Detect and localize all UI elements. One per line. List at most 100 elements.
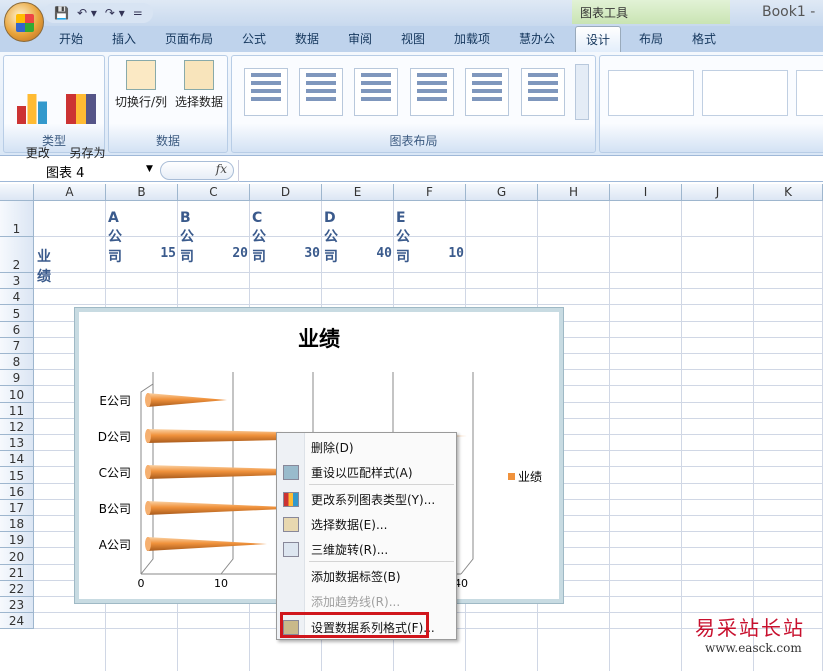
row-header[interactable]: 8 (0, 354, 34, 371)
gallery-scroll[interactable] (575, 64, 589, 120)
row-header[interactable]: 20 (0, 548, 34, 565)
formula-input[interactable] (238, 160, 823, 182)
row-header[interactable]: 24 (0, 613, 34, 630)
tab-addins[interactable]: 加载项 (454, 30, 490, 47)
office-button[interactable] (4, 2, 44, 42)
window-title: Book1 - (762, 4, 816, 20)
select-all-corner[interactable] (0, 184, 34, 201)
row-header[interactable]: 13 (0, 435, 34, 452)
row-header[interactable]: 23 (0, 597, 34, 614)
row-header[interactable]: 9 (0, 370, 34, 387)
insert-function-button[interactable]: fx (160, 161, 234, 180)
row-header[interactable]: 10 (0, 386, 34, 403)
row-header[interactable]: 12 (0, 418, 34, 435)
select-data-button[interactable]: 选择数据 (171, 60, 227, 111)
ribbon: 更改 图表类型 另存为 模板 类型 切换行/列 选择数据 数据 图表布局 (0, 52, 823, 177)
name-box[interactable]: 图表 4 (0, 160, 158, 182)
column-header[interactable]: A (34, 184, 106, 201)
row-header[interactable]: 15 (0, 467, 34, 484)
chart-layout-group-label: 图表布局 (389, 134, 438, 148)
context-menu-item[interactable]: 重设以匹配样式(A) (311, 464, 413, 481)
tab-page-layout[interactable]: 页面布局 (165, 30, 213, 47)
quick-access-toolbar: 💾 ↶ ▾ ↷ ▾ = (44, 3, 153, 23)
layout-option-4[interactable] (410, 68, 454, 116)
cone-base (145, 465, 151, 479)
row-header[interactable]: 5 (0, 305, 34, 322)
save-icon[interactable]: 💾 (54, 6, 69, 20)
column-header[interactable]: E (322, 184, 394, 201)
row-header[interactable]: 1 (0, 201, 34, 237)
chart-layout-group: 图表布局 (231, 55, 596, 153)
tab-view[interactable]: 视图 (401, 30, 425, 47)
row-header[interactable]: 16 (0, 483, 34, 500)
data-group: 切换行/列 选择数据 数据 (108, 55, 228, 153)
category-label: A公司 (99, 538, 131, 552)
chart-style-3[interactable] (796, 70, 823, 116)
bar-chart-icon (17, 94, 47, 124)
column-header[interactable]: C (178, 184, 250, 201)
row-header[interactable]: 14 (0, 451, 34, 468)
cell-value[interactable]: 30 (250, 246, 320, 261)
cell-value[interactable]: 20 (178, 246, 248, 261)
row-header[interactable]: 11 (0, 402, 34, 419)
tab-home[interactable]: 开始 (59, 30, 83, 47)
undo-icon[interactable]: ↶ ▾ (77, 6, 97, 20)
row-header[interactable]: 3 (0, 273, 34, 290)
column-header[interactable]: I (610, 184, 682, 201)
cell-value[interactable]: 15 (106, 246, 176, 261)
office-logo-icon (16, 14, 34, 32)
row-header[interactable]: 4 (0, 289, 34, 306)
cell-row-label[interactable]: 业绩 (37, 246, 51, 286)
redo-icon[interactable]: ↷ ▾ (105, 6, 125, 20)
tab-format[interactable]: 格式 (692, 30, 716, 47)
row-header[interactable]: 17 (0, 499, 34, 516)
cell-value[interactable]: 40 (322, 246, 392, 261)
context-menu-item[interactable]: 选择数据(E)... (311, 516, 387, 533)
name-box-dropdown-icon[interactable]: ▼ (146, 164, 153, 174)
layout-option-3[interactable] (354, 68, 398, 116)
column-header[interactable]: K (754, 184, 823, 201)
tab-chart-layout[interactable]: 布局 (639, 30, 663, 47)
tab-data[interactable]: 数据 (295, 30, 319, 47)
column-header[interactable]: H (538, 184, 610, 201)
column-header[interactable]: J (682, 184, 754, 201)
tab-huibangong[interactable]: 慧办公 (519, 30, 555, 47)
context-menu-item[interactable]: 更改系列图表类型(Y)... (311, 491, 435, 508)
column-header[interactable]: F (394, 184, 466, 201)
switch-row-column-button[interactable]: 切换行/列 (113, 60, 169, 111)
customize-qat-icon[interactable]: = (133, 6, 143, 20)
select-data-icon (283, 517, 299, 532)
layout-option-6[interactable] (521, 68, 565, 116)
row-header[interactable]: 6 (0, 321, 34, 338)
row-header[interactable]: 18 (0, 516, 34, 533)
column-header[interactable]: G (466, 184, 538, 201)
category-label: E公司 (99, 394, 131, 408)
context-menu-item[interactable]: 三维旋转(R)... (311, 541, 388, 558)
chart-style-2[interactable] (702, 70, 788, 116)
context-menu-item[interactable]: 添加数据标签(B) (311, 568, 401, 585)
chart-style-1[interactable] (608, 70, 694, 116)
row-header[interactable]: 2 (0, 237, 34, 273)
layout-option-5[interactable] (465, 68, 509, 116)
context-menu: 删除(D) 重设以匹配样式(A) 更改系列图表类型(Y)... 选择数据(E)... 三… (276, 432, 457, 640)
type-group: 更改 图表类型 另存为 模板 类型 (3, 55, 105, 177)
row-header[interactable]: 22 (0, 580, 34, 597)
row-header[interactable]: 21 (0, 564, 34, 581)
tab-formulas[interactable]: 公式 (242, 30, 266, 47)
tab-design[interactable]: 设计 (575, 26, 621, 52)
layout-option-2[interactable] (299, 68, 343, 116)
cell-value[interactable]: 10 (394, 246, 464, 261)
column-header[interactable]: D (250, 184, 322, 201)
watermark: 易采站长站 www.easck.com (695, 616, 805, 655)
x-tick-label: 0 (138, 577, 145, 590)
legend-label: 业绩 (518, 470, 542, 484)
column-header[interactable]: B (106, 184, 178, 201)
tab-review[interactable]: 审阅 (348, 30, 372, 47)
row-header[interactable]: 19 (0, 532, 34, 549)
category-label: D公司 (98, 430, 131, 444)
select-data-icon (184, 60, 214, 90)
tab-insert[interactable]: 插入 (112, 30, 136, 47)
layout-option-1[interactable] (244, 68, 288, 116)
context-menu-item[interactable]: 删除(D) (311, 439, 354, 456)
row-header[interactable]: 7 (0, 337, 34, 354)
